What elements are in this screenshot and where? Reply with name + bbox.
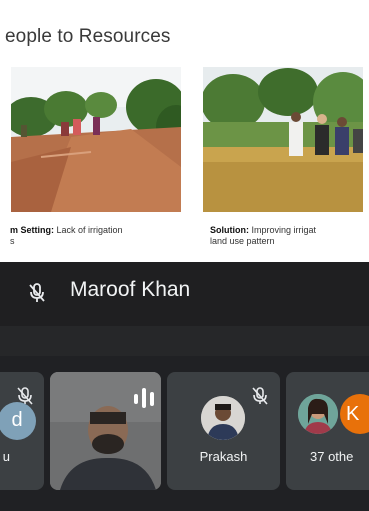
screen: eople to Resources m Setting: Lack of ir…	[0, 0, 369, 511]
caption-solution: Solution: Improving irrigat land use pat…	[210, 225, 360, 247]
others-count: 37 othe	[310, 449, 354, 464]
caption-line2: s	[10, 236, 15, 246]
mic-off-icon	[27, 282, 47, 304]
speaking-indicator-icon	[132, 386, 160, 410]
caption-line2: land use pattern	[210, 236, 275, 246]
caption-label: m Setting:	[10, 225, 54, 235]
participant-name: u	[2, 449, 10, 464]
active-speaker-name: Maroof Khan	[70, 278, 191, 301]
mic-off-icon	[251, 386, 269, 406]
caption-text: Lack of irrigation	[54, 225, 123, 235]
caption-farm-setting: m Setting: Lack of irrigation s	[10, 225, 180, 247]
caption-label: Solution:	[210, 225, 249, 235]
farm-setting-photo	[11, 67, 181, 212]
participant-tile[interactable]: Prakash	[167, 372, 280, 490]
active-speaker-bar: Maroof Khan	[0, 262, 369, 326]
participant-tile[interactable]: d u	[0, 372, 44, 490]
participant-strip[interactable]: d u Prakash K 37 othe	[0, 356, 369, 511]
solution-photo	[203, 67, 363, 212]
avatar: d	[0, 402, 36, 440]
avatar	[298, 394, 338, 434]
meeting-divider	[0, 326, 369, 356]
participant-video-tile[interactable]	[50, 372, 161, 490]
slide-title: eople to Resources	[5, 26, 171, 47]
caption-text: Improving irrigat	[249, 225, 317, 235]
participant-name: Prakash	[199, 449, 248, 464]
others-tile[interactable]: K 37 othe	[286, 372, 369, 490]
meeting-panel: Maroof Khan d u Prakash K 37 othe	[0, 262, 369, 511]
presentation-slide: eople to Resources m Setting: Lack of ir…	[0, 0, 369, 262]
avatar	[201, 396, 245, 440]
avatar: K	[340, 394, 369, 434]
